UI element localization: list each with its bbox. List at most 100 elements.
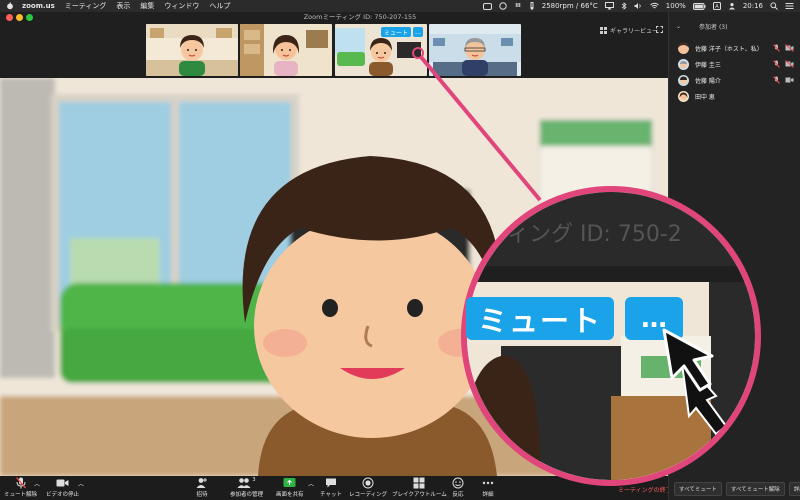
video-off-icon[interactable] <box>785 44 794 52</box>
collapse-chevron-icon[interactable]: ⌄ <box>676 23 681 30</box>
manage-participants-button[interactable]: 3 参加者の管理 <box>230 477 263 498</box>
smiley-icon <box>452 477 464 489</box>
participants-panel-header: ⌄ 参加者 (3) <box>668 22 800 31</box>
participants-panel-footer: すべてミュート すべてミュート解除 詳細 ⌄ <box>668 482 800 496</box>
video-thumbnail-2[interactable] <box>240 24 332 76</box>
video-camera-icon <box>56 479 69 487</box>
menu-window[interactable]: ウィンドウ <box>164 1 199 11</box>
chat-label: チャット <box>320 492 342 498</box>
svg-text:A: A <box>715 4 719 10</box>
temperature-monitor-icon[interactable] <box>529 2 535 10</box>
dropbox-icon[interactable] <box>514 2 522 10</box>
menu-clock[interactable]: 20:16 <box>743 2 763 10</box>
stop-video-button[interactable]: ビデオの停止 <box>46 477 79 498</box>
mic-muted-icon[interactable] <box>773 60 780 68</box>
invite-button[interactable]: 招待 <box>196 477 208 498</box>
airplay-icon[interactable] <box>604 2 614 10</box>
reactions-button[interactable]: 反応 <box>452 477 464 498</box>
magnified-meeting-id: ィング ID: 750-2 <box>507 222 682 247</box>
record-label: レコーディング <box>349 492 388 498</box>
menu-app-name[interactable]: zoom.us <box>22 2 55 10</box>
manage-participants-label: 参加者の管理 <box>230 492 264 498</box>
video-thumbnail-1[interactable] <box>146 24 238 76</box>
bluetooth-icon[interactable] <box>621 2 627 10</box>
more-label: 詳細 <box>482 492 494 498</box>
participant-row[interactable]: 伊藤 圭三 <box>668 56 800 72</box>
zoom-status-icon[interactable] <box>482 2 492 10</box>
volume-icon[interactable] <box>634 2 643 10</box>
chat-bubble-icon <box>325 478 336 488</box>
more-button[interactable]: 詳細 <box>482 477 494 498</box>
record-button[interactable]: レコーディング <box>349 477 387 498</box>
participant-name: 伊藤 圭三 <box>695 61 721 69</box>
reactions-label: 反応 <box>452 492 464 498</box>
battery-icon[interactable] <box>692 2 706 10</box>
chat-button[interactable]: チャット <box>320 477 342 498</box>
panel-details-label: 詳細 <box>793 487 800 493</box>
participant-name: 佐藤 洋子（ホスト、私） <box>695 45 763 53</box>
grid-icon <box>600 27 607 34</box>
share-screen-button[interactable]: 画面を共有 <box>276 477 304 498</box>
gallery-view-button[interactable]: ギャラリービュー <box>600 26 658 35</box>
participant-row[interactable]: 佐藤 洋子（ホスト、私） <box>668 40 800 56</box>
temperature-status: 2580rpm / 66°C <box>541 2 598 10</box>
unmute-all-button[interactable]: すべてミュート解除 <box>725 482 785 496</box>
menu-help[interactable]: ヘルプ <box>209 1 230 11</box>
mic-muted-icon[interactable] <box>773 44 780 52</box>
avatar <box>678 58 689 70</box>
mouse-pointer-icon <box>662 328 714 392</box>
menu-meeting[interactable]: ミーティング <box>65 1 107 11</box>
participants-panel-title: 参加者 (3) <box>699 24 728 31</box>
thumbnail-mute-button[interactable]: ミュート <box>381 27 411 37</box>
mac-menu-bar: zoom.us ミーティング 表示 編集 ウィンドウ ヘルプ 2580rpm /… <box>0 0 800 12</box>
menu-view[interactable]: 表示 <box>116 1 130 11</box>
participant-count: 3 <box>252 477 256 483</box>
breakout-rooms-button[interactable]: ブレイクアウトルーム <box>392 477 447 498</box>
gallery-view-label: ギャラリービュー <box>610 28 659 35</box>
participant-name: 田中 恵 <box>695 93 715 101</box>
breakout-rooms-icon <box>413 477 425 489</box>
participant-row[interactable]: 田中 恵 <box>668 88 800 104</box>
video-off-icon[interactable] <box>785 60 794 68</box>
battery-percent: 100% <box>665 2 686 10</box>
participant-row[interactable]: 佐藤 陽介 <box>668 72 800 88</box>
unmute-button[interactable]: ミュート解除 <box>4 477 37 498</box>
invite-label: 招待 <box>196 492 208 498</box>
mute-all-button[interactable]: すべてミュート <box>674 482 722 496</box>
window-zoom-button[interactable] <box>26 14 33 21</box>
wifi-icon[interactable] <box>650 2 659 10</box>
audio-options-arrow[interactable]: ︿ <box>34 479 40 488</box>
end-meeting-button[interactable]: ミーティングの終了 <box>618 485 672 494</box>
control-center-icon[interactable] <box>785 2 794 10</box>
search-icon[interactable] <box>770 2 778 10</box>
window-title: Zoomミーティング ID: 750-207-155 <box>303 13 417 21</box>
mic-muted-icon <box>15 477 26 489</box>
window-close-button[interactable] <box>6 14 13 21</box>
add-user-icon <box>196 478 207 488</box>
participant-name: 佐藤 陽介 <box>695 77 721 85</box>
apple-icon[interactable] <box>6 2 14 10</box>
menu-edit[interactable]: 編集 <box>140 1 154 11</box>
mic-muted-icon[interactable] <box>773 76 780 84</box>
video-options-arrow[interactable]: ︿ <box>78 479 84 488</box>
window-minimize-button[interactable] <box>16 14 23 21</box>
user-icon[interactable] <box>728 2 736 10</box>
unmute-label: ミュート解除 <box>4 492 38 498</box>
share-screen-label: 画面を共有 <box>276 492 304 498</box>
input-source-icon[interactable]: A <box>712 2 721 10</box>
record-icon <box>362 477 374 489</box>
record-status-icon[interactable] <box>499 2 507 10</box>
breakout-label: ブレイクアウトルーム <box>392 492 447 498</box>
video-thumbnail-4[interactable] <box>429 24 521 76</box>
share-screen-icon <box>283 478 296 487</box>
avatar <box>678 90 689 102</box>
video-on-icon[interactable] <box>785 76 794 84</box>
fullscreen-icon[interactable] <box>656 26 663 33</box>
panel-details-button[interactable]: 詳細 ⌄ <box>788 482 800 496</box>
thumbnail-more-button[interactable]: … <box>413 27 423 37</box>
magnified-mute-button[interactable]: ミュート <box>466 297 614 340</box>
avatar <box>678 74 689 86</box>
share-options-arrow[interactable]: ︿ <box>308 479 314 488</box>
participants-icon <box>237 478 251 488</box>
stop-video-label: ビデオの停止 <box>46 492 80 498</box>
